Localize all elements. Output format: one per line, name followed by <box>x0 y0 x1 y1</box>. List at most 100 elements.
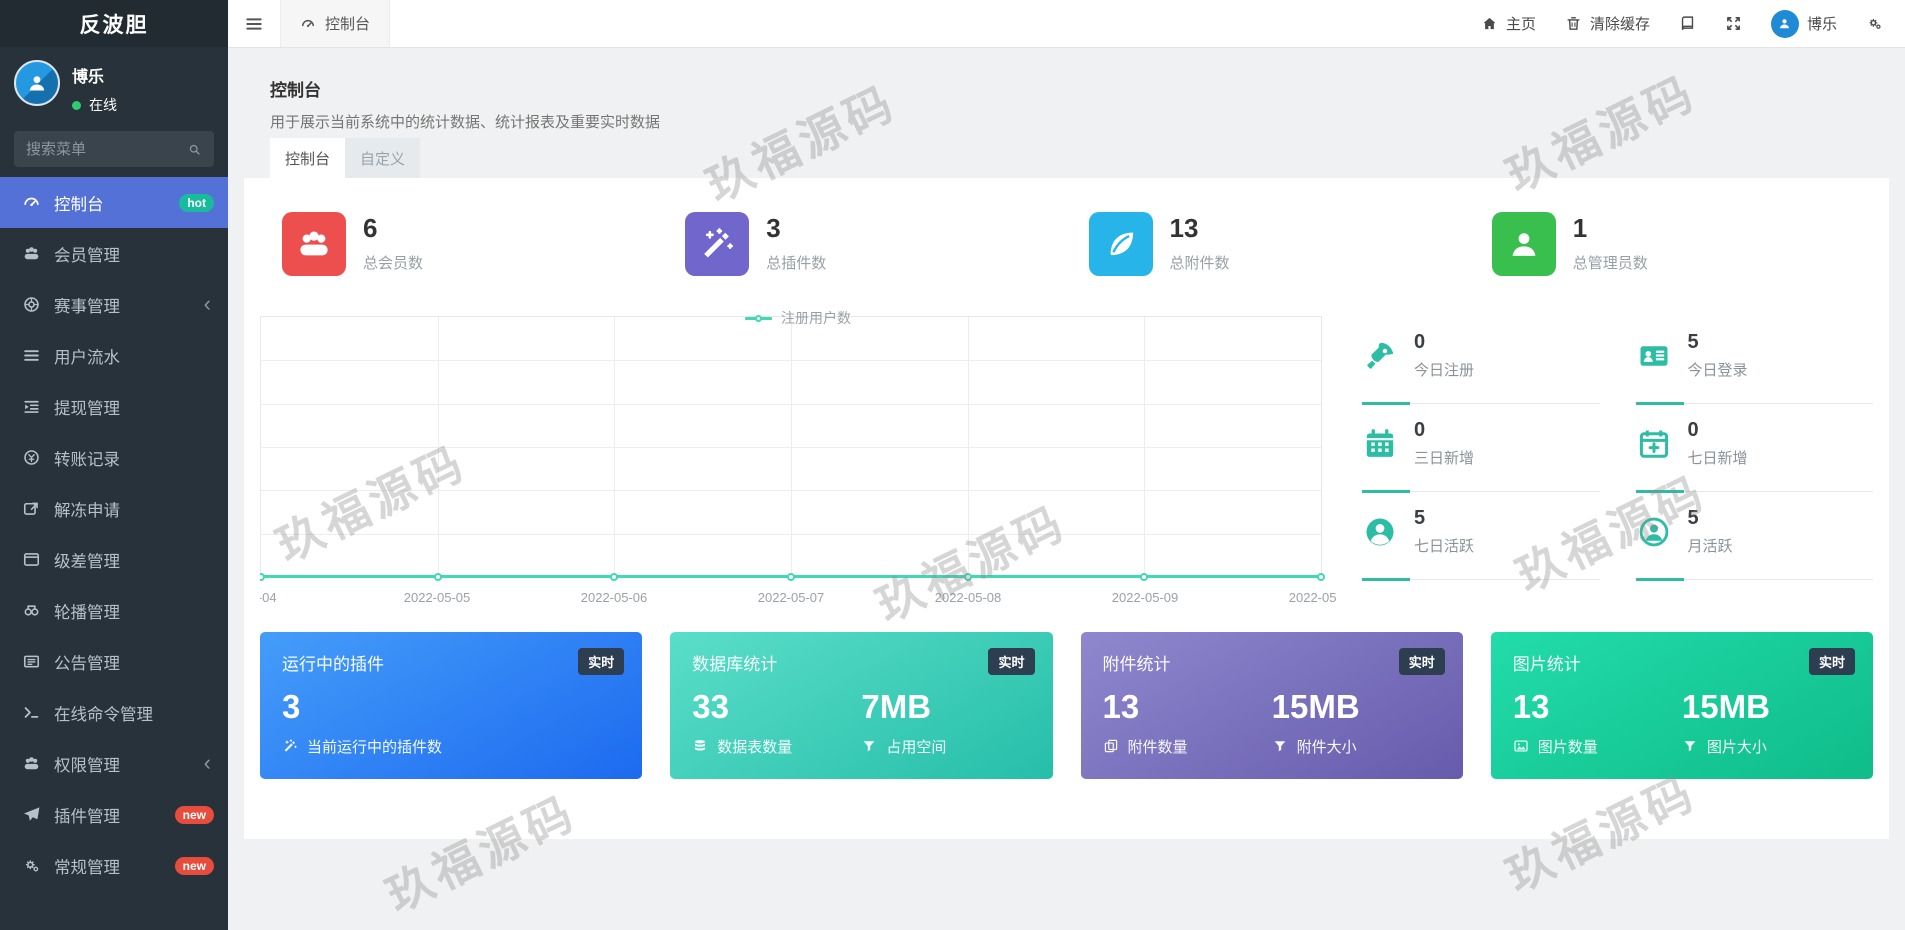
mini-stat-label: 七日活跃 <box>1414 538 1475 555</box>
sidebar-item-withdraw[interactable]: 提现管理 <box>0 381 228 432</box>
card-metric-value: 3 <box>282 688 301 725</box>
mini-stat-7day-new: 0 七日新增 <box>1635 404 1873 493</box>
user-status: 在线 <box>89 97 117 113</box>
card-metric-value: 33 <box>692 688 729 725</box>
sidebar-item-label: 权限管理 <box>54 756 120 775</box>
topbar-username: 博乐 <box>1806 16 1837 33</box>
sidebar-item-label: 在线命令管理 <box>54 705 153 724</box>
mini-stat-value: 0 <box>1414 331 1426 353</box>
addon-icon <box>20 805 43 824</box>
sidebar-item-general[interactable]: 常规管理 new <box>0 840 228 891</box>
fullscreen-button[interactable] <box>1725 15 1742 32</box>
sidebar-item-dashboard[interactable]: 控制台 hot <box>0 177 228 228</box>
user-name: 博乐 <box>72 69 105 86</box>
database-icon <box>692 738 708 754</box>
mini-stat-value: 5 <box>1687 507 1699 529</box>
user-panel: 博乐 在线 <box>0 47 228 121</box>
home-link[interactable]: 主页 <box>1481 13 1536 34</box>
sidebar-item-level[interactable]: 级差管理 <box>0 534 228 585</box>
tab-custom[interactable]: 自定义 <box>345 138 421 178</box>
menu-toggle-icon[interactable] <box>228 14 280 34</box>
chevron-left-icon: ‹ <box>203 749 211 775</box>
filter-icon <box>861 738 877 754</box>
notice-icon <box>20 652 43 671</box>
copy-icon <box>1103 738 1119 754</box>
page-tabs: 控制台 自定义 <box>270 138 421 178</box>
transfer-icon <box>20 448 43 467</box>
chart-x-axis: 05-042022-05-052022-05-062022-05-072022-… <box>260 590 1336 605</box>
settings-button[interactable] <box>1866 15 1883 32</box>
sidebar: 反波胆 博乐 在线 控制台 hot 会员管理 赛事管理 ‹ <box>0 0 228 930</box>
chart-plot-area <box>260 316 1325 581</box>
card-metric-label: 占用空间 <box>886 738 947 756</box>
sidebar-item-label: 提现管理 <box>54 399 120 418</box>
command-icon <box>20 703 43 722</box>
sidebar-item-label: 常规管理 <box>54 858 120 877</box>
sidebar-item-carousel[interactable]: 轮播管理 <box>0 585 228 636</box>
sidebar-item-label: 轮播管理 <box>54 603 120 622</box>
new-badge: new <box>174 805 214 824</box>
app-logo[interactable]: 反波胆 <box>0 0 228 47</box>
summary-card-0: 运行中的插件 实时 3 当前运行中的插件数 <box>260 632 643 779</box>
mini-stats-grid: 0 今日注册 5 今日登录 0 三日新增 0 七日新增 5 七日活跃 5 月活跃 <box>1362 316 1873 610</box>
mini-stat-today-login: 5 今日登录 <box>1635 316 1873 405</box>
fullscreen-icon <box>1725 15 1742 32</box>
sidebar-item-members[interactable]: 会员管理 <box>0 228 228 279</box>
stat-total-attachments: 13 总附件数 <box>1067 204 1470 284</box>
stat-label: 总管理员数 <box>1572 254 1648 272</box>
realtime-badge: 实时 <box>1398 648 1445 675</box>
tab-dashboard[interactable]: 控制台 <box>270 138 346 178</box>
carousel-icon <box>20 601 43 620</box>
docs-button[interactable] <box>1679 15 1696 32</box>
filter-icon <box>1682 738 1698 754</box>
stat-total-addons: 3 总插件数 <box>663 204 1066 284</box>
mini-stat-label: 三日新增 <box>1414 450 1475 467</box>
mini-stat-today-register: 0 今日注册 <box>1362 316 1600 405</box>
card-metric-label: 附件大小 <box>1296 738 1357 756</box>
sidebar-item-label: 会员管理 <box>54 246 120 265</box>
summary-card-1: 数据库统计 实时 33 数据表数量 7MB 占用空间 <box>670 632 1053 779</box>
search-input[interactable] <box>26 140 179 158</box>
sidebar-item-matches[interactable]: 赛事管理 ‹ <box>0 279 228 330</box>
sidebar-item-unfreeze[interactable]: 解冻申请 <box>0 483 228 534</box>
sidebar-item-notice[interactable]: 公告管理 <box>0 636 228 687</box>
dashboard-icon <box>300 16 316 32</box>
wand-icon <box>282 738 298 754</box>
user-icon <box>25 71 49 95</box>
stat-icon-box-1 <box>685 212 750 276</box>
sidebar-item-addon[interactable]: 插件管理 new <box>0 789 228 840</box>
stat-value: 1 <box>1572 213 1588 244</box>
rocket-icon <box>1362 338 1398 374</box>
wand-icon <box>698 225 736 263</box>
sidebar-item-transfer[interactable]: 转账记录 <box>0 432 228 483</box>
clear-cache-label: 清除缓存 <box>1589 16 1650 33</box>
realtime-badge: 实时 <box>988 648 1035 675</box>
sidebar-item-user-flow[interactable]: 用户流水 <box>0 330 228 381</box>
clear-cache-button[interactable]: 清除缓存 <box>1565 13 1650 34</box>
filter-icon <box>1272 738 1288 754</box>
mini-stat-value: 5 <box>1687 331 1699 353</box>
sidebar-menu: 控制台 hot 会员管理 赛事管理 ‹ 用户流水 提现管理 转账记录 解冻申请 <box>0 177 228 891</box>
leaf-icon <box>1110 232 1133 256</box>
sidebar-item-command[interactable]: 在线命令管理 <box>0 687 228 738</box>
sidebar-item-label: 级差管理 <box>54 552 120 571</box>
calendar-plus-icon <box>1636 426 1672 462</box>
search-icon[interactable] <box>187 142 202 157</box>
summary-card-2: 附件统计 实时 13 附件数量 15MB 附件大小 <box>1080 632 1463 779</box>
page-title: 控制台 <box>270 81 321 100</box>
sidebar-item-label: 赛事管理 <box>54 297 120 316</box>
topbar-tab-dashboard[interactable]: 控制台 <box>280 0 391 47</box>
stat-icon-box-2 <box>1088 212 1153 276</box>
user-menu[interactable]: 博乐 <box>1770 9 1837 38</box>
card-metric-value: 7MB <box>861 688 932 725</box>
stat-label: 总会员数 <box>363 254 424 272</box>
card-title: 运行中的插件 <box>282 655 384 674</box>
stat-label: 总插件数 <box>766 254 827 272</box>
mini-stat-value: 5 <box>1414 507 1426 529</box>
realtime-badge: 实时 <box>1808 648 1855 675</box>
sidebar-item-auth[interactable]: 权限管理 ‹ <box>0 738 228 789</box>
home-icon <box>1481 15 1498 32</box>
topbar: 控制台 主页 清除缓存 博乐 <box>228 0 1905 48</box>
stat-icon-box-0 <box>282 212 346 276</box>
chart-legend[interactable]: 注册用户数 <box>260 308 1336 328</box>
